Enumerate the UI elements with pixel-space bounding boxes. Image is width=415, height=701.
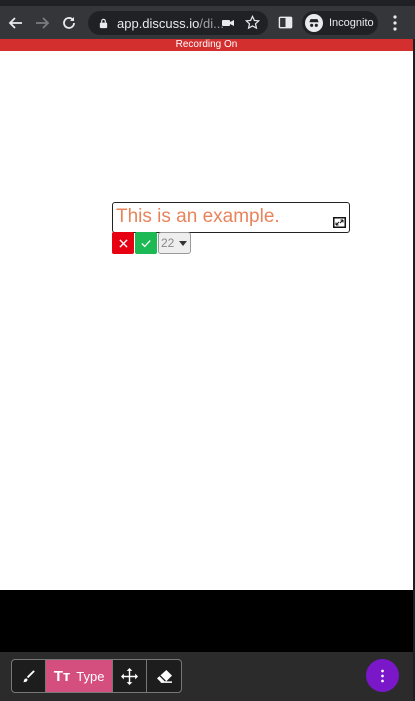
arrow-right-icon	[36, 17, 50, 29]
url-path: /di...	[199, 15, 224, 31]
incognito-label: Incognito	[329, 17, 374, 29]
more-vertical-icon	[381, 669, 384, 682]
incognito-icon	[305, 14, 323, 32]
font-size-select[interactable]: 22	[158, 232, 191, 254]
address-bar[interactable]: app.discuss.io/di...	[88, 11, 268, 35]
reload-icon	[63, 17, 75, 29]
font-size-value: 22	[161, 236, 175, 250]
more-vertical-icon[interactable]	[388, 13, 402, 33]
video-area	[0, 590, 413, 652]
annotation-toolbar: Tт Type	[11, 659, 182, 693]
star-icon[interactable]	[245, 15, 260, 30]
type-tool-label: Type	[76, 668, 105, 684]
reload-button[interactable]	[59, 13, 79, 33]
recording-banner: Recording On	[0, 39, 413, 51]
back-button[interactable]	[6, 13, 26, 33]
url-host: app.discuss.io	[117, 15, 200, 31]
eraser-icon	[156, 669, 172, 683]
text-annotation-input[interactable]: This is an example.	[112, 202, 350, 233]
type-tool-button[interactable]: Tт Type	[45, 660, 114, 692]
tab-strip	[0, 0, 415, 6]
arrow-left-icon	[8, 17, 22, 29]
chevron-down-icon	[179, 241, 187, 246]
text-type-icon: Tт	[53, 667, 71, 685]
side-panel-icon[interactable]	[278, 15, 293, 30]
eraser-tool-button[interactable]	[147, 660, 181, 692]
check-icon	[141, 239, 151, 247]
forward-button[interactable]	[32, 13, 52, 33]
confirm-text-button[interactable]	[135, 232, 157, 254]
text-annotation-value: This is an example.	[116, 206, 280, 227]
brush-icon	[22, 669, 35, 682]
drawing-canvas[interactable]: This is an example. 22	[0, 51, 413, 590]
close-icon	[118, 238, 128, 248]
resize-icon[interactable]	[333, 217, 346, 228]
incognito-badge[interactable]: Incognito	[302, 11, 378, 35]
camera-icon[interactable]	[222, 17, 234, 29]
move-tool-button[interactable]	[113, 660, 148, 692]
brush-tool-button[interactable]	[12, 660, 46, 692]
lock-icon	[99, 18, 108, 28]
cancel-text-button[interactable]	[112, 232, 134, 254]
more-options-button[interactable]	[366, 659, 399, 692]
move-icon	[121, 667, 139, 685]
